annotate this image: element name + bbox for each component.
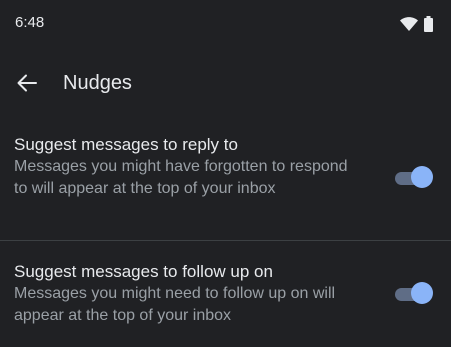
setting-row-suggest-reply[interactable]: Suggest messages to reply to Messages yo… (0, 120, 451, 240)
suggest-follow-up-toggle[interactable] (395, 282, 433, 306)
app-bar: Nudges (0, 62, 451, 106)
status-time: 6:48 (15, 14, 45, 31)
battery-icon (424, 16, 433, 37)
setting-row-suggest-follow-up[interactable]: Suggest messages to follow up on Message… (0, 241, 451, 347)
setting-title: Suggest messages to follow up on (14, 262, 273, 281)
suggest-reply-toggle[interactable] (395, 166, 433, 190)
back-button[interactable] (12, 70, 42, 100)
setting-description: Messages you might have forgotten to res… (14, 158, 348, 197)
toggle-thumb (411, 166, 433, 188)
status-icons (400, 16, 433, 37)
setting-text: Suggest messages to follow up on Message… (14, 261, 364, 327)
status-bar: 6:48 (0, 0, 451, 48)
setting-text: Suggest messages to reply to Messages yo… (14, 134, 364, 200)
setting-description: Messages you might need to follow up on … (14, 285, 336, 324)
setting-title: Suggest messages to reply to (14, 135, 238, 154)
arrow-back-icon (17, 74, 37, 97)
toggle-thumb (411, 282, 433, 304)
wifi-icon (400, 17, 418, 36)
page-title: Nudges (63, 72, 132, 94)
